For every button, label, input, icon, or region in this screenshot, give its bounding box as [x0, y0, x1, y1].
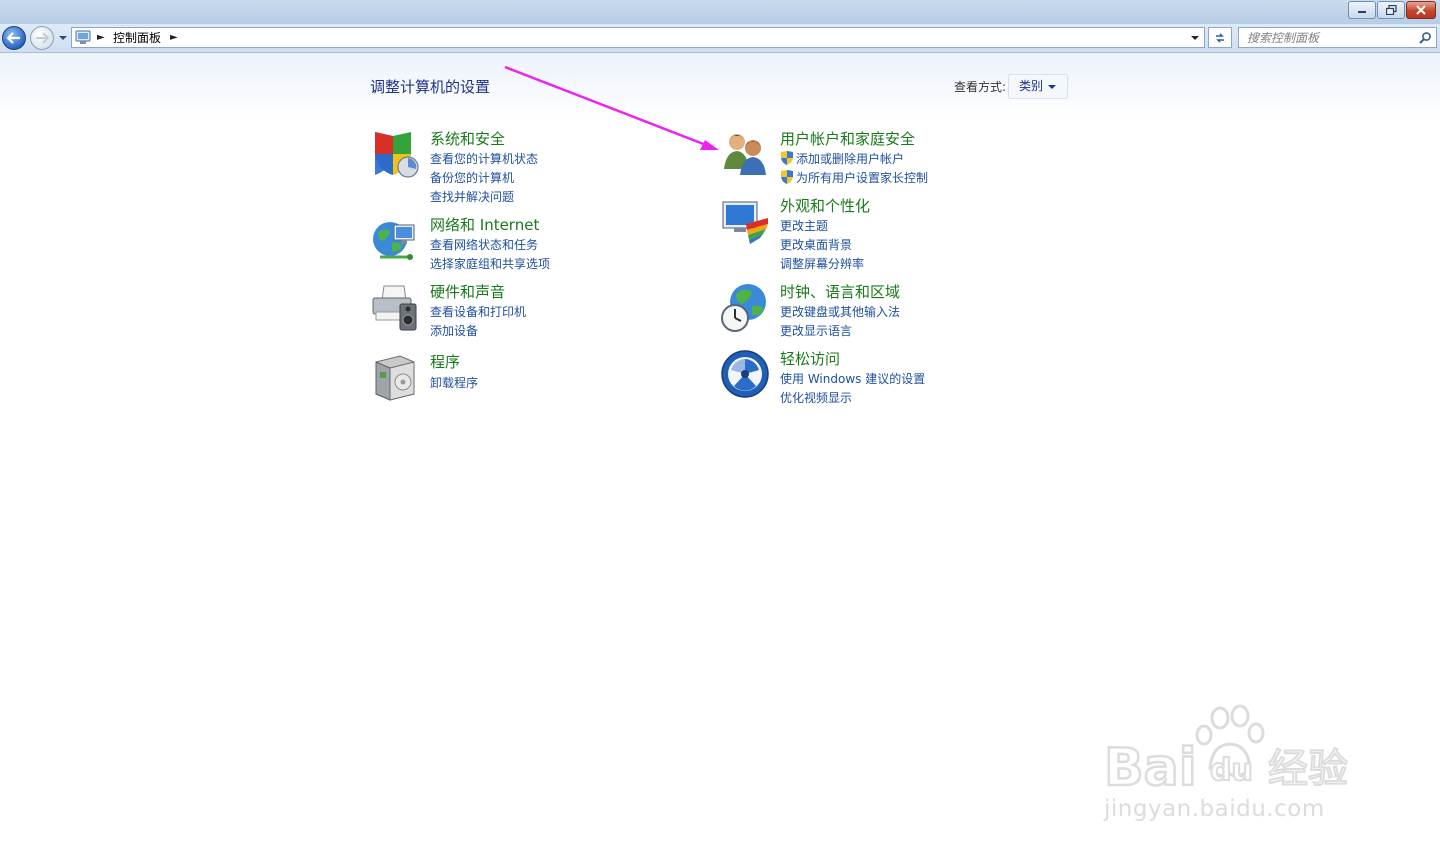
category-links: 添加或删除用户帐户 为所有用户设置家长控制 — [780, 150, 928, 188]
link-desktop-background[interactable]: 更改桌面背景 — [780, 236, 864, 255]
category-links: 查看网络状态和任务 选择家庭组和共享选项 — [430, 236, 550, 274]
link-backup-computer[interactable]: 备份您的计算机 — [430, 169, 538, 188]
users-icon[interactable] — [720, 129, 770, 179]
search-box[interactable] — [1238, 27, 1437, 48]
category-title[interactable]: 硬件和声音 — [430, 282, 505, 302]
link-change-theme[interactable]: 更改主题 — [780, 217, 864, 236]
link-uninstall-program[interactable]: 卸载程序 — [430, 374, 478, 393]
chevron-down-icon — [1048, 85, 1056, 89]
monitor-palette-icon[interactable] — [720, 196, 770, 246]
back-arrow-icon — [7, 32, 20, 44]
page-title: 调整计算机的设置 — [370, 78, 491, 96]
close-button[interactable] — [1406, 1, 1436, 19]
refresh-button[interactable] — [1208, 27, 1232, 48]
link-add-device[interactable]: 添加设备 — [430, 322, 526, 341]
restore-icon — [1385, 5, 1397, 15]
link-network-status[interactable]: 查看网络状态和任务 — [430, 236, 550, 255]
category-links: 查看设备和打印机 添加设备 — [430, 303, 526, 341]
link-text: 添加或删除用户帐户 — [796, 152, 905, 166]
refresh-icon — [1216, 32, 1224, 43]
restore-button[interactable] — [1377, 1, 1405, 19]
network-globe-icon[interactable] — [370, 215, 420, 265]
programs-box-icon[interactable] — [370, 352, 420, 402]
search-input[interactable] — [1247, 29, 1415, 46]
window-controls — [1347, 1, 1436, 19]
breadcrumb-separator-icon[interactable]: ► — [97, 31, 105, 45]
link-devices-printers[interactable]: 查看设备和打印机 — [430, 303, 526, 322]
category-title[interactable]: 外观和个性化 — [780, 196, 870, 216]
svg-text:经验: 经验 — [1268, 746, 1348, 792]
category-title[interactable]: 时钟、语言和区域 — [780, 282, 900, 302]
ease-of-access-icon[interactable] — [720, 349, 770, 399]
back-button[interactable] — [2, 26, 26, 50]
category-title[interactable]: 网络和 Internet — [430, 215, 539, 235]
shield-icon[interactable] — [370, 129, 420, 179]
breadcrumb-control-panel[interactable]: 控制面板 — [113, 29, 161, 47]
link-text: 为所有用户设置家长控制 — [796, 171, 929, 185]
close-icon — [1416, 5, 1426, 15]
category-title[interactable]: 轻松访问 — [780, 349, 840, 369]
link-keyboard-input[interactable]: 更改键盘或其他输入法 — [780, 303, 900, 322]
breadcrumb-separator-icon[interactable]: ► — [170, 31, 178, 45]
category-links: 更改键盘或其他输入法 更改显示语言 — [780, 303, 900, 341]
link-parental-controls[interactable]: 为所有用户设置家长控制 — [780, 169, 928, 188]
window-title-bar — [0, 0, 1440, 24]
category-title[interactable]: 用户帐户和家庭安全 — [780, 129, 915, 149]
category-title[interactable]: 系统和安全 — [430, 129, 505, 149]
uac-shield-icon — [781, 151, 793, 165]
navigation-bar: ► 控制面板 ► — [0, 24, 1440, 53]
svg-text:Bai: Bai — [1104, 738, 1197, 798]
address-history-dropdown-icon[interactable] — [1190, 32, 1200, 44]
view-by-value: 类别 — [1019, 79, 1044, 93]
forward-button[interactable] — [30, 26, 54, 50]
link-optimize-visual-display[interactable]: 优化视频显示 — [780, 389, 925, 408]
recent-pages-dropdown[interactable] — [57, 32, 69, 44]
minimize-button[interactable] — [1348, 1, 1376, 19]
forward-arrow-icon — [36, 32, 49, 44]
view-by-label: 查看方式: — [954, 80, 1007, 94]
minimize-icon — [1358, 11, 1366, 13]
link-screen-resolution[interactable]: 调整屏幕分辨率 — [780, 255, 864, 274]
uac-shield-icon — [781, 170, 793, 184]
view-by-select[interactable]: 类别 — [1008, 74, 1068, 99]
link-homegroup-sharing[interactable]: 选择家庭组和共享选项 — [430, 255, 550, 274]
printer-speaker-icon[interactable] — [370, 282, 420, 332]
link-windows-suggested-settings[interactable]: 使用 Windows 建议的设置 — [780, 370, 925, 389]
link-find-fix-problems[interactable]: 查找并解决问题 — [430, 188, 538, 207]
clock-globe-icon[interactable] — [720, 282, 770, 332]
address-bar[interactable]: ► 控制面板 ► — [71, 27, 1205, 48]
category-links: 卸载程序 — [430, 374, 478, 393]
category-links: 更改主题 更改桌面背景 调整屏幕分辨率 — [780, 217, 864, 274]
category-title[interactable]: 程序 — [430, 352, 460, 372]
search-icon[interactable] — [1418, 31, 1432, 45]
link-display-language[interactable]: 更改显示语言 — [780, 322, 900, 341]
category-links: 使用 Windows 建议的设置 优化视频显示 — [780, 370, 925, 408]
link-add-remove-accounts[interactable]: 添加或删除用户帐户 — [780, 150, 928, 169]
control-panel-icon — [75, 30, 91, 44]
baidu-watermark-url: jingyan.baidu.com — [1104, 796, 1325, 822]
link-view-computer-status[interactable]: 查看您的计算机状态 — [430, 150, 538, 169]
svg-text:du: du — [1210, 753, 1253, 788]
category-links: 查看您的计算机状态 备份您的计算机 查找并解决问题 — [430, 150, 538, 207]
